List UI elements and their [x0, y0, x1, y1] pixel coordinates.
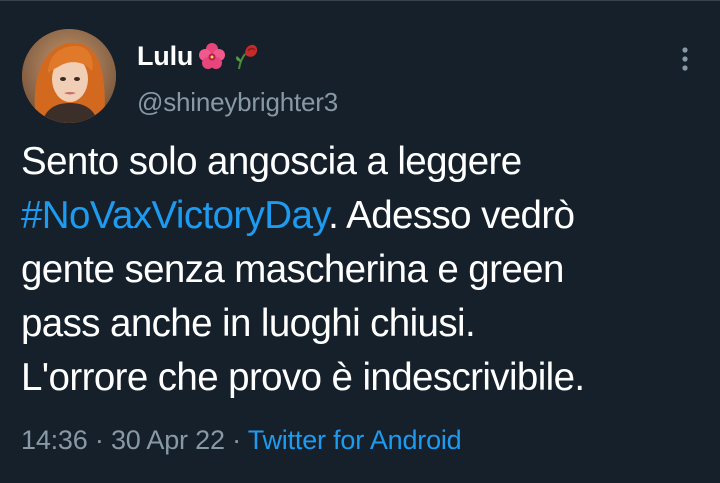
tweet-text-segment: . Adesso vedrò	[328, 194, 575, 237]
tweet-line: gente senza mascherina e green	[21, 248, 564, 291]
more-options-icon[interactable]	[675, 45, 695, 73]
tweet-date[interactable]: 30 Apr 22	[111, 425, 225, 455]
avatar-photo	[22, 29, 116, 123]
tweet-line: #NoVaxVictoryDay. Adesso vedrò	[21, 189, 706, 243]
avatar[interactable]	[22, 29, 116, 123]
source-link[interactable]: Twitter for Android	[248, 425, 462, 455]
tweet-line: Sento solo angoscia a leggere	[21, 140, 522, 183]
tweet-text: Sento solo angoscia a leggere #NoVaxVict…	[21, 135, 706, 405]
display-name[interactable]: Lulu	[137, 41, 261, 71]
tweet-metadata: 14:36 · 30 Apr 22 · Twitter for Android	[21, 425, 462, 456]
user-handle[interactable]: @shineybrighter3	[137, 87, 338, 118]
tweet-line: pass anche in luoghi chiusi.	[21, 302, 476, 345]
display-name-text: Lulu	[137, 40, 194, 71]
meta-separator: ·	[87, 425, 111, 455]
tweet-line: L'orrore che provo è indescrivibile.	[21, 356, 585, 399]
meta-separator: ·	[224, 425, 248, 455]
hashtag-link[interactable]: #NoVaxVictoryDay	[21, 194, 329, 237]
tweet-time[interactable]: 14:36	[21, 425, 88, 455]
hibiscus-icon	[197, 42, 227, 70]
tweet-card: Lulu @shineybrighter3 Sento solo angosci…	[0, 0, 720, 483]
wilted-rose-icon	[231, 42, 261, 70]
